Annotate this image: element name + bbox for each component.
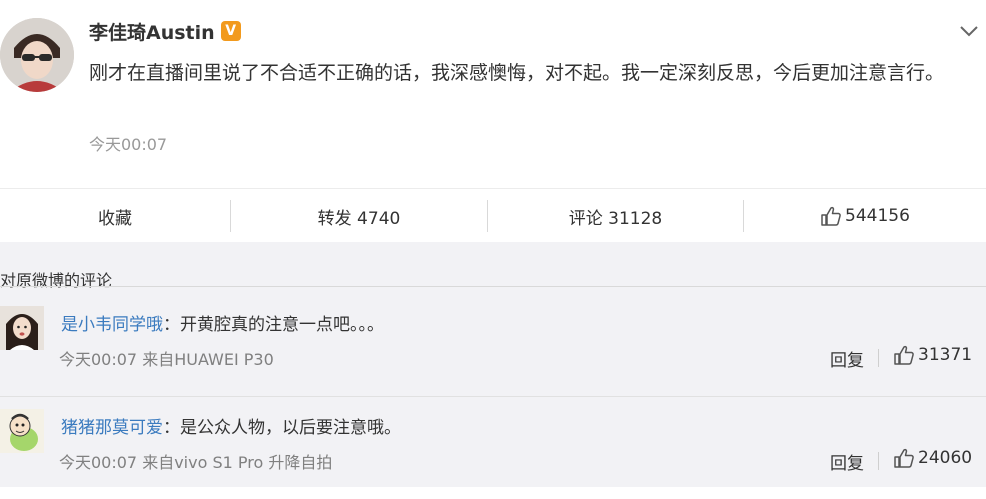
comment-username[interactable]: 猪猪那莫可爱 (61, 418, 163, 438)
like-button[interactable]: 544156 (744, 189, 986, 243)
comment-separator: ： (163, 315, 180, 335)
comment-meta: 今天00:07 来自HUAWEI P30 (59, 350, 274, 369)
favorite-label: 收藏 (98, 208, 132, 229)
repost-button[interactable]: 转发 4740 (231, 189, 487, 243)
commenter-avatar[interactable] (0, 409, 44, 453)
comment-like-button[interactable]: 31371 (893, 344, 972, 366)
repost-label: 转发 4740 (317, 208, 401, 229)
post-time[interactable]: 今天00:07 (89, 131, 167, 155)
comment-text: 开黄腔真的注意一点吧。。。 (180, 315, 384, 335)
thumbs-up-icon (894, 345, 914, 365)
comment-separator: ： (163, 418, 180, 438)
comment-button[interactable]: 评论 31128 (488, 189, 743, 243)
action-bar: 收藏 转发 4740 评论 31128 544156 (0, 188, 986, 243)
comment-label: 评论 31128 (568, 208, 663, 229)
vip-badge-icon: V (220, 21, 241, 41)
thumbs-up-icon (821, 206, 841, 226)
comment-item: 是小韦同学哦：开黄腔真的注意一点吧。。。 今天00:07 来自HUAWEI P3… (0, 294, 986, 396)
comments-section: 对原微博的评论 是小韦同学哦：开黄腔真的注意一点吧。。。 今天00:07 来自H… (0, 242, 986, 487)
author-avatar[interactable] (0, 18, 74, 92)
like-count: 544156 (845, 206, 910, 226)
comment-meta: 今天00:07 来自vivo S1 Pro 升降自拍 (59, 453, 333, 472)
comment-line: 是小韦同学哦：开黄腔真的注意一点吧。。。 (61, 310, 384, 335)
comment-like-count: 31371 (918, 345, 973, 365)
author-row: 李佳琦Austin V (89, 16, 241, 46)
comment-divider (878, 349, 879, 367)
favorite-button[interactable]: 收藏 (0, 189, 230, 243)
comment-like-button[interactable]: 24060 (893, 447, 972, 469)
comment-divider (878, 452, 879, 470)
weibo-post: 李佳琦Austin V 刚才在直播间里说了不合适不正确的话，我深感懊悔，对不起。… (0, 0, 986, 188)
comment-text: 是公众人物，以后要注意哦。 (180, 418, 401, 438)
commenter-avatar[interactable] (0, 306, 44, 350)
reply-button[interactable]: 回复 (830, 346, 864, 371)
post-text: 刚才在直播间里说了不合适不正确的话，我深感懊悔，对不起。我一定深刻反思，今后更加… (89, 62, 945, 84)
comment-item: 猪猪那莫可爱：是公众人物，以后要注意哦。 今天00:07 来自vivo S1 P… (0, 397, 986, 499)
comments-header: 对原微博的评论 (0, 271, 113, 290)
header-divider (0, 286, 986, 287)
comment-line: 猪猪那莫可爱：是公众人物，以后要注意哦。 (61, 413, 401, 438)
thumbs-up-icon (894, 448, 914, 468)
comment-username[interactable]: 是小韦同学哦 (61, 315, 163, 335)
comment-like-count: 24060 (918, 448, 973, 468)
chevron-down-icon[interactable] (958, 22, 980, 40)
reply-button[interactable]: 回复 (830, 449, 864, 474)
author-name[interactable]: 李佳琦Austin (89, 18, 215, 45)
